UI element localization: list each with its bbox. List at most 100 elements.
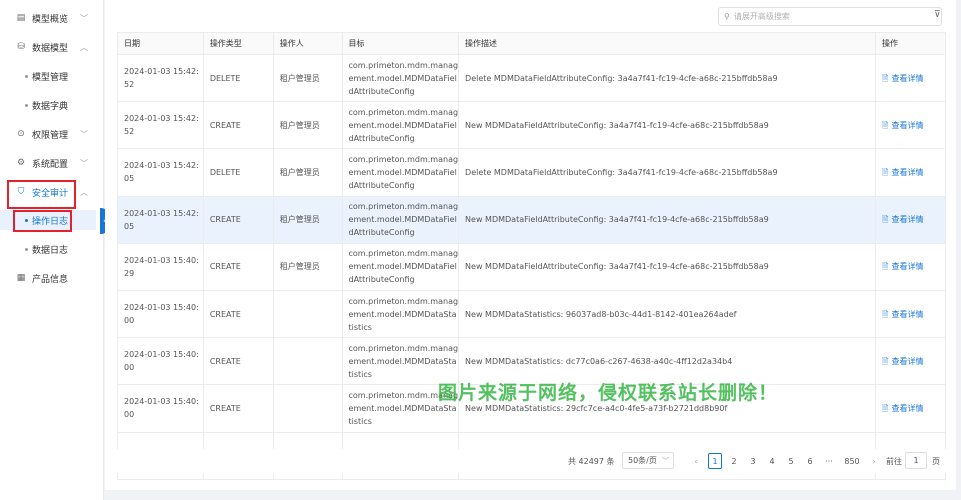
page-5-button[interactable]: 5 xyxy=(784,453,798,469)
chevron-up-icon: ︿ xyxy=(80,42,88,52)
cell-op-type: CREATE xyxy=(202,101,274,150)
cell-date: 2024-01-03 15:42: 52 xyxy=(117,53,204,103)
chevron-down-icon: ﹀ xyxy=(662,456,669,465)
table-row[interactable]: 2024-01-03 15:42: 05 DELETE 租户管理员 com.pri… xyxy=(117,148,946,197)
search-placeholder: 请展开高级搜索 xyxy=(733,12,790,21)
nav-sub-label: 数据日志 xyxy=(32,245,69,256)
view-detail-link[interactable]: 🗎 查看详情 xyxy=(882,74,923,83)
document-icon: 🗎 xyxy=(882,262,889,272)
table-row-selected[interactable]: 2024-01-03 15:42: 05 CREATE 租户管理员 com.pri… xyxy=(117,195,946,244)
nav-sub-label: 数据字典 xyxy=(32,101,69,112)
col-target: 目标 xyxy=(341,32,460,55)
nav-data-dictionary[interactable]: 数据字典 xyxy=(0,95,100,115)
cell-target: com.primeton.mdm.manag ement.model.MDMDat… xyxy=(341,148,460,197)
nav-permission-management[interactable]: ⊙ 权限管理 ﹀ xyxy=(0,123,100,145)
bullet-icon xyxy=(25,74,28,78)
view-detail-link[interactable]: 🗎 查看详情 xyxy=(882,215,923,224)
cell-date: 2024-01-03 15:40: 00 xyxy=(117,384,204,433)
cell-description: New MDMDataFieldAttributeConfig: 3a4a7f4… xyxy=(458,101,877,150)
col-operator: 操作人 xyxy=(272,32,343,55)
info-icon: ▦ xyxy=(16,273,26,283)
cell-date: 2024-01-03 15:40: 29 xyxy=(117,242,204,291)
bullet-icon xyxy=(25,247,28,251)
nav-label: 模型概览 xyxy=(32,14,69,25)
next-page-button[interactable]: › xyxy=(867,453,881,469)
cell-op-type: CREATE xyxy=(202,195,274,244)
page-3-button[interactable]: 3 xyxy=(746,453,760,469)
nav-sub-label: 模型管理 xyxy=(32,72,69,83)
cell-action: 🗎 查看详情 xyxy=(875,53,946,103)
nav-model-overview[interactable]: ▤ 模型概览 ﹀ xyxy=(0,7,100,29)
view-detail-link[interactable]: 🗎 查看详情 xyxy=(882,168,923,177)
nav-data-log[interactable]: 数据日志 xyxy=(0,239,100,259)
page-1-button[interactable]: 1 xyxy=(708,453,722,469)
page-size-value: 50条/页 xyxy=(628,456,657,465)
search-input[interactable]: ⚲ 请展开高级搜索 xyxy=(718,7,942,26)
cell-description: Delete MDMDataFieldAttributeConfig: 3a4a… xyxy=(458,53,877,103)
cell-date: 2024-01-03 15:40: 00 xyxy=(117,289,204,339)
nav-model-management[interactable]: 模型管理 xyxy=(0,66,100,86)
page-2-button[interactable]: 2 xyxy=(727,453,741,469)
document-icon: 🗎 xyxy=(882,356,889,366)
nav-product-info[interactable]: ▦ 产品信息 xyxy=(0,267,100,289)
goto-label: 前往 xyxy=(886,457,902,466)
view-detail-link[interactable]: 🗎 查看详情 xyxy=(882,310,923,319)
cell-op-type: CREATE xyxy=(202,337,274,386)
grid-icon: ▤ xyxy=(16,13,26,23)
cell-op-type: DELETE xyxy=(202,53,274,103)
cell-operator xyxy=(272,337,343,386)
cell-target: com.primeton.mdm.manag ement.model.MDMDat… xyxy=(341,53,460,103)
table-row[interactable]: 2024-01-03 15:42: 52 CREATE 租户管理员 com.pri… xyxy=(117,101,946,150)
goto-page-input[interactable]: 1 xyxy=(905,452,927,469)
nav-system-config[interactable]: ⚙ 系统配置 ﹀ xyxy=(0,152,100,174)
view-detail-link[interactable]: 🗎 查看详情 xyxy=(882,121,923,130)
total-count: 共 42497 条 xyxy=(568,457,615,466)
chevron-down-icon: ﹀ xyxy=(80,158,88,168)
view-detail-link[interactable]: 🗎 查看详情 xyxy=(882,262,923,271)
cell-op-type: CREATE xyxy=(202,289,274,339)
settings-icon: ⚙ xyxy=(16,158,26,168)
col-date: 日期 xyxy=(117,32,204,55)
cell-target: com.primeton.mdm.manag ement.model.MDMDat… xyxy=(341,289,460,339)
page-850-button[interactable]: 850 xyxy=(843,453,861,469)
document-icon: 🗎 xyxy=(882,403,889,413)
page-6-button[interactable]: 6 xyxy=(803,453,817,469)
nav-label: 数据模型 xyxy=(32,43,69,54)
cell-operator: 租户管理员 xyxy=(272,53,343,103)
document-icon: 🗎 xyxy=(882,73,889,83)
cell-target: com.primeton.mdm.manag ement.model.MDMDat… xyxy=(341,242,460,291)
cell-op-type: CREATE xyxy=(202,242,274,291)
bullet-icon xyxy=(25,103,28,107)
page-size-select[interactable]: 50条/页 ﹀ xyxy=(622,452,674,469)
table-row[interactable]: 2024-01-03 15:42: 52 DELETE 租户管理员 com.pri… xyxy=(117,53,946,103)
chevron-down-icon: ﹀ xyxy=(80,129,88,139)
table-row[interactable]: 2024-01-03 15:40: 29 CREATE 租户管理员 com.pri… xyxy=(117,242,946,291)
table-row[interactable]: 2024-01-03 15:40: 00 CREATE com.primeton.… xyxy=(117,289,946,339)
chevron-down-icon: ﹀ xyxy=(80,13,88,23)
cell-date: 2024-01-03 15:42: 52 xyxy=(117,101,204,150)
database-icon: ⛁ xyxy=(17,42,25,52)
more-pages-button[interactable]: ··· xyxy=(822,453,836,469)
cell-action: 🗎 查看详情 xyxy=(875,242,946,291)
cell-action: 🗎 查看详情 xyxy=(875,384,946,433)
cell-action: 🗎 查看详情 xyxy=(875,289,946,339)
pagination-bar: 共 42497 条 50条/页 ﹀ ‹ 1 2 3 4 5 6 ··· 850 … xyxy=(105,449,956,473)
nav-label: 权限管理 xyxy=(32,130,69,141)
log-table: 日期 操作类型 操作人 目标 操作描述 操作 2024-01-03 15:42:… xyxy=(117,32,946,480)
cell-date: 2024-01-03 15:40: 00 xyxy=(117,337,204,386)
filter-icon[interactable]: ⊽ xyxy=(934,10,941,20)
cell-date: 2024-01-03 15:42: 05 xyxy=(117,148,204,197)
col-action: 操作 xyxy=(875,32,946,55)
view-detail-link[interactable]: 🗎 查看详情 xyxy=(882,357,923,366)
cell-action: 🗎 查看详情 xyxy=(875,148,946,197)
search-icon: ⚲ xyxy=(724,12,730,21)
cell-description: New MDMDataFieldAttributeConfig: 3a4a7f4… xyxy=(458,242,877,291)
document-icon: 🗎 xyxy=(882,215,889,225)
cell-description: New MDMDataStatistics: 96037ad8-b03c-44d… xyxy=(458,289,877,339)
view-detail-link[interactable]: 🗎 查看详情 xyxy=(882,404,923,413)
page-4-button[interactable]: 4 xyxy=(765,453,779,469)
nav-data-model[interactable]: ⛁ 数据模型 ︿ xyxy=(0,36,100,58)
nav-label: 产品信息 xyxy=(32,274,69,285)
cell-target: com.primeton.mdm.manag ement.model.MDMDat… xyxy=(341,101,460,150)
prev-page-button[interactable]: ‹ xyxy=(689,453,703,469)
